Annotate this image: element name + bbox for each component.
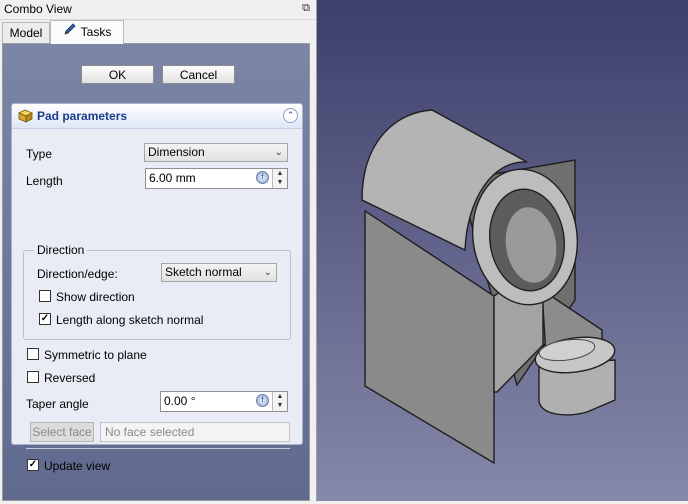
reversed-label: Reversed [44,371,96,385]
float-icon[interactable]: ⧉ [302,2,310,15]
direction-edge-label: Direction/edge: [37,267,118,281]
direction-edge-value: Sketch normal [165,265,242,279]
collapse-icon[interactable]: ⌃ [283,108,298,123]
separator [26,448,290,449]
tab-model[interactable]: Model [2,22,50,43]
update-view-checkbox[interactable]: ✓ [27,459,39,471]
taper-angle-label: Taper angle [26,397,89,411]
tab-tasks[interactable]: Tasks [50,20,124,44]
symmetric-label: Symmetric to plane [44,348,147,362]
taper-angle-value: 0.00 ° [164,394,196,408]
tab-tasks-label: Tasks [80,25,112,39]
update-view-label: Update view [44,459,111,473]
pad-parameters-title: Pad parameters [37,109,128,123]
ok-button[interactable]: OK [81,65,154,84]
reversed-checkbox[interactable] [27,371,39,383]
task-panel: OK Cancel Pad parameters ⌃ Type Dimensio… [2,43,310,501]
chevron-down-icon: ⌄ [263,267,272,278]
pen-icon [63,21,77,44]
length-label: Length [26,174,63,188]
pad-parameters-box: Pad parameters ⌃ Type Dimension ⌄ Length… [11,103,303,473]
symmetric-checkbox[interactable] [27,348,39,360]
combo-view-titlebar: Combo View ⧉ [0,0,316,20]
tab-model-label: Model [9,26,43,40]
taper-angle-spinbox[interactable]: 0.00 ° f ▲ ▼ [160,391,288,412]
expression-icon[interactable]: f [256,171,269,184]
type-label: Type [26,147,53,161]
3d-viewport[interactable] [317,0,688,501]
cancel-button[interactable]: Cancel [162,65,235,84]
show-direction-checkbox[interactable] [39,290,51,302]
spin-arrows-icon[interactable]: ▲ ▼ [272,169,287,188]
pad-icon [18,109,33,126]
expression-icon[interactable]: f [256,394,269,407]
spin-arrows-icon[interactable]: ▲ ▼ [272,392,287,411]
direction-group-title: Direction [34,243,88,257]
length-value: 6.00 mm [149,171,196,185]
face-field[interactable]: No face selected [100,422,290,442]
combo-view-tabs: Model Tasks [0,20,316,44]
type-value: Dimension [148,145,205,159]
3d-part-model[interactable] [317,0,688,501]
type-combo[interactable]: Dimension ⌄ [144,143,288,162]
pad-parameters-header[interactable]: Pad parameters ⌃ [12,104,302,129]
show-direction-label: Show direction [56,290,135,304]
length-spinbox[interactable]: 6.00 mm f ▲ ▼ [145,168,288,189]
chevron-down-icon: ⌄ [274,147,283,158]
select-face-button[interactable]: Select face [30,422,94,442]
direction-edge-combo[interactable]: Sketch normal ⌄ [161,263,277,282]
combo-view-title: Combo View [4,2,72,16]
length-along-normal-label: Length along sketch normal [56,313,204,327]
direction-group: Direction Direction/edge: Sketch normal … [23,243,291,340]
combo-view-panel: Combo View ⧉ Model Tasks OK Cancel Pad p… [0,0,317,501]
length-along-normal-checkbox[interactable]: ✓ [39,313,51,325]
